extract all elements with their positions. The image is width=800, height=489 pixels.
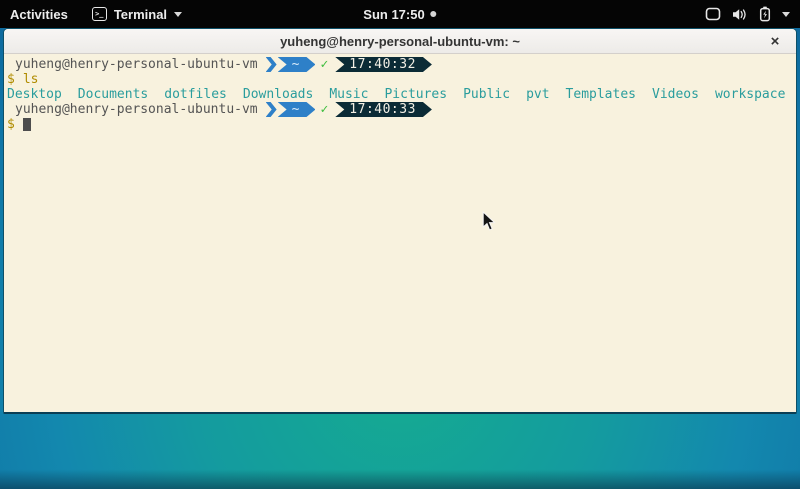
- chevron-down-icon: [174, 12, 182, 17]
- directory-name: Downloads: [243, 87, 313, 102]
- directory-name: Templates: [566, 87, 636, 102]
- app-menu-terminal[interactable]: >_ Terminal: [82, 0, 192, 28]
- prompt-user-host: yuheng@henry-personal-ubuntu-vm: [15, 102, 258, 117]
- powerline-chevron-icon: [266, 102, 277, 117]
- terminal-app-icon: >_: [92, 7, 107, 21]
- battery-charging-icon: [759, 6, 771, 22]
- prompt-symbol: $: [7, 117, 15, 132]
- close-icon[interactable]: ×: [764, 29, 786, 53]
- prompt-cwd-segment: ~: [278, 102, 316, 117]
- directory-name: Pictures: [384, 87, 447, 102]
- input-line: $: [7, 117, 796, 132]
- directory-name: Public: [463, 87, 510, 102]
- window-titlebar[interactable]: yuheng@henry-personal-ubuntu-vm: ~ ×: [4, 29, 796, 54]
- activities-label: Activities: [10, 7, 68, 22]
- directory-name: Documents: [78, 87, 148, 102]
- command-line: $ ls: [7, 72, 796, 87]
- directory-name: Music: [329, 87, 368, 102]
- prompt-user-host: yuheng@henry-personal-ubuntu-vm: [15, 57, 258, 72]
- screen-share-icon: [705, 7, 721, 21]
- directory-name: Desktop: [7, 87, 62, 102]
- directory-name: Videos: [652, 87, 699, 102]
- directory-name: workspace: [715, 87, 785, 102]
- prompt-cwd-segment: ~: [278, 57, 316, 72]
- powerline-chevron-icon: [266, 57, 277, 72]
- terminal-cursor: [23, 118, 31, 131]
- command-text: ls: [23, 72, 39, 87]
- prompt-line-2: yuheng@henry-personal-ubuntu-vm ~ ✓ 17:4…: [7, 102, 796, 117]
- prompt-time-segment: 17:40:32: [335, 57, 432, 72]
- terminal-screen[interactable]: yuheng@henry-personal-ubuntu-vm ~ ✓ 17:4…: [4, 54, 796, 412]
- window-title: yuheng@henry-personal-ubuntu-vm: ~: [280, 34, 520, 49]
- prompt-time-segment: 17:40:33: [335, 102, 432, 117]
- status-check-icon: ✓: [320, 57, 328, 72]
- directory-name: dotfiles: [164, 87, 227, 102]
- app-menu-label: Terminal: [114, 7, 167, 22]
- system-status-area[interactable]: [705, 0, 800, 28]
- recording-indicator-dot: [431, 11, 437, 17]
- prompt-symbol: $: [7, 72, 15, 87]
- ls-output-line: Desktop Documents dotfiles Downloads Mus…: [7, 87, 796, 102]
- prompt-line-1: yuheng@henry-personal-ubuntu-vm ~ ✓ 17:4…: [7, 57, 796, 72]
- clock-menu[interactable]: Sun 17:50: [363, 0, 436, 28]
- top-bar: Activities >_ Terminal Sun 17:50: [0, 0, 800, 28]
- system-menu-chevron-icon: [782, 12, 790, 17]
- status-check-icon: ✓: [320, 102, 328, 117]
- directory-name: pvt: [526, 87, 549, 102]
- activities-button[interactable]: Activities: [0, 0, 82, 28]
- terminal-window: yuheng@henry-personal-ubuntu-vm: ~ × yuh…: [3, 28, 797, 414]
- volume-icon: [732, 8, 748, 21]
- clock-label: Sun 17:50: [363, 7, 424, 22]
- mouse-cursor-icon: [482, 211, 496, 237]
